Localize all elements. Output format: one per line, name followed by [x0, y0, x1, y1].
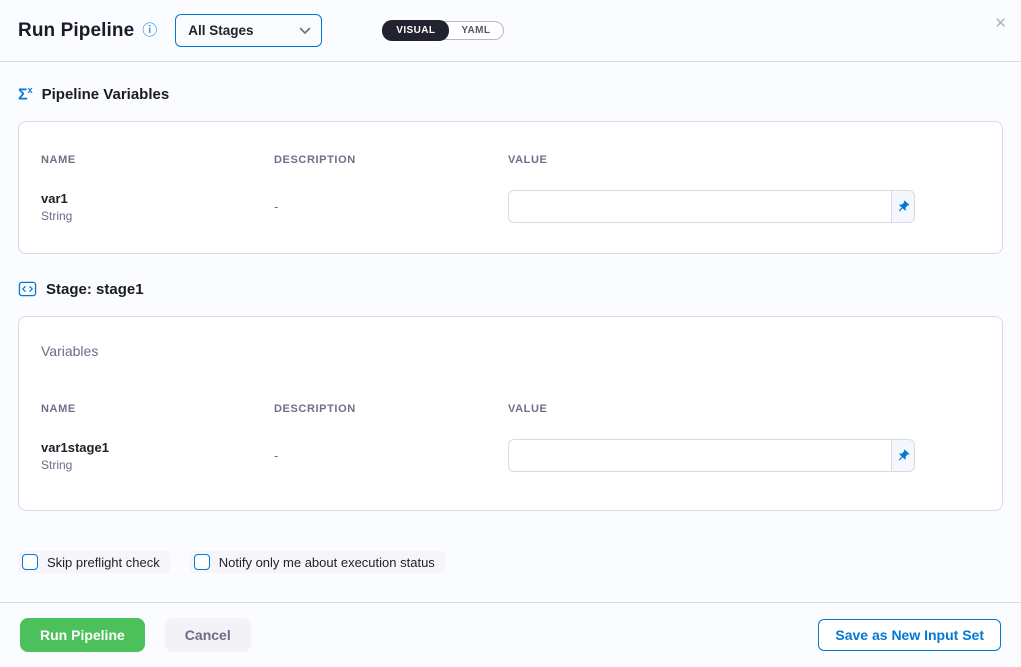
variable-description: -	[274, 199, 508, 214]
title-wrap: Run Pipeline ⓘ	[18, 20, 157, 42]
variable-value-input[interactable]	[508, 439, 891, 472]
cancel-button[interactable]: Cancel	[165, 618, 251, 652]
visual-yaml-toggle: VISUAL YAML	[382, 21, 504, 40]
table-row: var1 String -	[41, 190, 980, 223]
stage-section-header: Stage: stage1	[18, 280, 1003, 298]
stage-section-title: Stage: stage1	[46, 281, 144, 298]
column-header-value: VALUE	[508, 154, 980, 166]
stage-select-value: All Stages	[188, 23, 253, 38]
stage-variables-card-title: Variables	[41, 343, 980, 359]
stage-select-dropdown[interactable]: All Stages	[175, 14, 322, 47]
execution-options: Skip preflight check Notify only me abou…	[18, 551, 1003, 573]
variable-value-input[interactable]	[508, 190, 891, 223]
save-as-new-input-set-button[interactable]: Save as New Input Set	[818, 619, 1001, 651]
column-header-value: VALUE	[508, 403, 980, 415]
info-icon[interactable]: ⓘ	[142, 23, 157, 38]
toggle-yaml[interactable]: YAML	[448, 21, 503, 40]
dialog-header: Run Pipeline ⓘ All Stages VISUAL YAML ✕	[0, 0, 1021, 62]
stage-variables-table-header: NAME DESCRIPTION VALUE	[41, 403, 980, 415]
skip-preflight-label: Skip preflight check	[47, 555, 160, 570]
pin-input-type-button[interactable]	[891, 439, 915, 472]
column-header-name: NAME	[41, 154, 274, 166]
variable-type: String	[41, 209, 274, 223]
variable-type: String	[41, 458, 274, 472]
column-header-description: DESCRIPTION	[274, 403, 508, 415]
stage-variables-card: Variables NAME DESCRIPTION VALUE var1sta…	[18, 316, 1003, 511]
variable-name-cell: var1 String	[41, 191, 274, 223]
variable-value-group	[508, 190, 915, 223]
column-header-description: DESCRIPTION	[274, 154, 508, 166]
toggle-visual[interactable]: VISUAL	[382, 20, 449, 41]
close-icon[interactable]: ✕	[994, 16, 1007, 31]
pipeline-variables-table-header: NAME DESCRIPTION VALUE	[41, 154, 980, 166]
skip-preflight-check-option[interactable]: Skip preflight check	[18, 551, 170, 573]
variable-description: -	[274, 448, 508, 463]
notify-only-me-label: Notify only me about execution status	[219, 555, 435, 570]
notify-only-me-checkbox[interactable]	[194, 554, 210, 570]
pipeline-variables-title: Pipeline Variables	[42, 86, 170, 103]
variable-name: var1	[41, 191, 274, 206]
run-pipeline-button[interactable]: Run Pipeline	[20, 618, 145, 652]
dialog-footer: Run Pipeline Cancel Save as New Input Se…	[0, 602, 1021, 667]
pipeline-variables-icon: Σx	[18, 86, 33, 103]
run-pipeline-dialog: Run Pipeline ⓘ All Stages VISUAL YAML ✕ …	[0, 0, 1021, 667]
pipeline-variables-section-header: Σx Pipeline Variables	[18, 86, 1003, 103]
page-title: Run Pipeline	[18, 20, 134, 42]
pin-input-type-button[interactable]	[891, 190, 915, 223]
variable-name: var1stage1	[41, 440, 274, 455]
notify-only-me-option[interactable]: Notify only me about execution status	[190, 551, 445, 573]
stage-icon	[18, 280, 37, 298]
skip-preflight-checkbox[interactable]	[22, 554, 38, 570]
pipeline-variables-card: NAME DESCRIPTION VALUE var1 String -	[18, 121, 1003, 254]
pin-icon	[893, 197, 913, 217]
dialog-body: Σx Pipeline Variables NAME DESCRIPTION V…	[0, 62, 1021, 602]
table-row: var1stage1 String -	[41, 439, 980, 472]
chevron-down-icon	[299, 27, 311, 35]
pin-icon	[893, 446, 913, 466]
variable-value-group	[508, 439, 915, 472]
variable-name-cell: var1stage1 String	[41, 440, 274, 472]
column-header-name: NAME	[41, 403, 274, 415]
